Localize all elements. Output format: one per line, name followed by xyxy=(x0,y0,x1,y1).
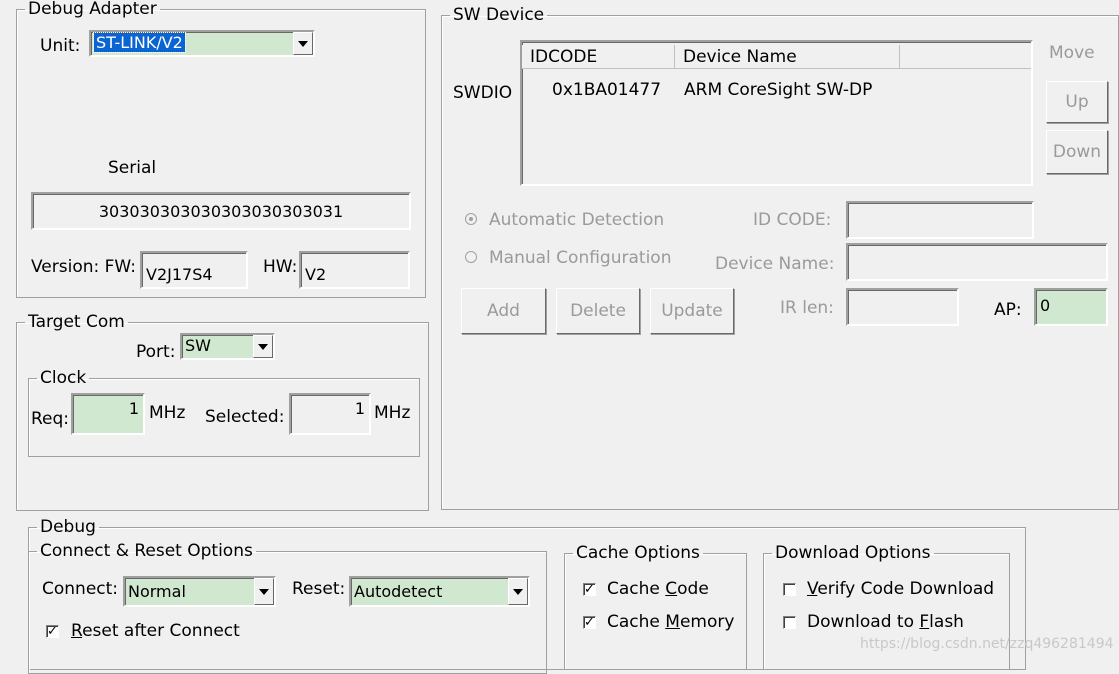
cache-memory-text-b: emory xyxy=(679,612,735,632)
row-idcode: 0x1BA01477 xyxy=(552,80,662,100)
id-code-label: ID CODE: xyxy=(753,210,832,230)
reset-after-connect-checkbox[interactable]: ✓ xyxy=(46,625,59,638)
download-options-legend: Download Options xyxy=(775,543,931,563)
cache-memory-label[interactable]: Cache Memory xyxy=(607,612,734,632)
selected-unit-label: MHz xyxy=(374,403,411,423)
swdio-label: SWDIO xyxy=(453,83,513,103)
chevron-down-icon[interactable] xyxy=(254,578,274,605)
cache-code-text-a: Cache xyxy=(607,579,666,599)
port-select-value: SW xyxy=(185,336,211,355)
download-to-flash-label[interactable]: Download to Flash xyxy=(807,612,964,632)
sw-device-legend: SW Device xyxy=(453,5,545,25)
verify-code-download-text: erify Code Download xyxy=(817,579,995,599)
reset-after-connect-label[interactable]: Reset after Connect xyxy=(71,621,240,641)
watermark: https://blog.csdn.net/zzq496281494 xyxy=(860,636,1114,652)
serial-label: Serial xyxy=(108,158,157,178)
verify-code-download-label[interactable]: Verify Code Download xyxy=(807,579,994,599)
unit-select-value: ST-LINK/V2 xyxy=(93,32,186,53)
manual-configuration-label[interactable]: Manual Configuration xyxy=(489,248,671,268)
move-label: Move xyxy=(1049,43,1095,63)
update-button[interactable]: Update xyxy=(650,288,734,334)
device-name-input[interactable] xyxy=(846,243,1108,281)
automatic-detection-radio[interactable] xyxy=(465,213,477,225)
row-device-name: ARM CoreSight SW-DP xyxy=(684,80,873,100)
id-code-input[interactable] xyxy=(846,201,1034,239)
hw-version-field: V2 xyxy=(299,251,410,289)
unit-select[interactable]: ST-LINK/V2 xyxy=(89,30,315,57)
chevron-down-icon[interactable] xyxy=(293,32,313,55)
device-list[interactable]: IDCODE Device Name 0x1BA01477 ARM CoreSi… xyxy=(520,40,1033,186)
req-unit-label: MHz xyxy=(149,403,186,423)
column-header-idcode[interactable]: IDCODE xyxy=(522,45,675,69)
req-label: Req: xyxy=(31,409,70,429)
unit-label: Unit: xyxy=(40,36,81,56)
move-down-button[interactable]: Down xyxy=(1046,130,1108,174)
ir-len-input[interactable] xyxy=(846,288,959,326)
cache-code-label[interactable]: Cache Code xyxy=(607,579,709,599)
port-select[interactable]: SW xyxy=(180,333,275,360)
reset-label: Reset: xyxy=(292,579,346,599)
req-clock-input[interactable]: 1 xyxy=(71,393,145,435)
version-fw-label: Version: FW: xyxy=(31,257,136,277)
column-header-device-name[interactable]: Device Name xyxy=(675,45,900,69)
port-label: Port: xyxy=(136,342,176,362)
move-up-button[interactable]: Up xyxy=(1046,81,1108,123)
debug-legend: Debug xyxy=(40,517,96,537)
verify-code-download-checkbox[interactable] xyxy=(783,583,796,596)
chevron-down-icon[interactable] xyxy=(253,335,273,358)
ap-input[interactable]: 0 xyxy=(1034,288,1108,326)
cache-memory-text-a: Cache xyxy=(607,612,666,632)
connect-select-value: Normal xyxy=(128,582,186,601)
verify-code-download-mnemonic: V xyxy=(807,579,818,599)
cache-code-checkbox[interactable]: ✓ xyxy=(583,583,596,596)
serial-field: 303030303030303030303031 xyxy=(31,192,411,230)
device-name-label: Device Name: xyxy=(715,254,835,274)
delete-button[interactable]: Delete xyxy=(556,288,640,334)
automatic-detection-label[interactable]: Automatic Detection xyxy=(489,210,664,230)
cache-options-legend: Cache Options xyxy=(576,543,700,563)
target-com-legend: Target Com xyxy=(28,312,125,332)
connect-select[interactable]: Normal xyxy=(123,576,276,607)
hw-label: HW: xyxy=(263,257,298,277)
cache-options-group: Cache Options xyxy=(564,544,747,670)
reset-after-connect-mnemonic: R xyxy=(71,621,83,641)
cache-memory-mnemonic: M xyxy=(665,612,680,632)
debug-adapter-legend: Debug Adapter xyxy=(28,0,157,19)
connect-label: Connect: xyxy=(42,579,119,599)
cache-code-mnemonic: C xyxy=(665,579,678,599)
add-button[interactable]: Add xyxy=(461,288,546,334)
reset-select-value: Autodetect xyxy=(354,582,443,601)
download-to-flash-text-b: lash xyxy=(929,612,964,632)
manual-configuration-radio[interactable] xyxy=(465,251,477,263)
download-to-flash-checkbox[interactable] xyxy=(783,616,796,629)
selected-clock-field: 1 xyxy=(289,393,371,435)
ap-label: AP: xyxy=(994,300,1022,320)
cache-code-text-b: ode xyxy=(677,579,709,599)
cache-memory-checkbox[interactable]: ✓ xyxy=(583,616,596,629)
download-to-flash-mnemonic: F xyxy=(919,612,930,632)
column-header-empty xyxy=(900,45,1031,69)
clock-legend: Clock xyxy=(40,368,87,388)
table-row[interactable]: 0x1BA01477 ARM CoreSight SW-DP xyxy=(522,78,1031,102)
selected-label: Selected: xyxy=(205,407,285,427)
ir-len-label: IR len: xyxy=(780,298,834,318)
download-to-flash-text-a: Download to xyxy=(807,612,920,632)
connect-reset-group: Connect & Reset Options xyxy=(28,542,547,674)
reset-after-connect-text: eset after Connect xyxy=(82,621,240,641)
chevron-down-icon[interactable] xyxy=(508,578,528,605)
fw-version-field: V2J17S4 xyxy=(140,251,248,289)
connect-reset-legend: Connect & Reset Options xyxy=(40,541,253,561)
reset-select[interactable]: Autodetect xyxy=(349,576,530,607)
